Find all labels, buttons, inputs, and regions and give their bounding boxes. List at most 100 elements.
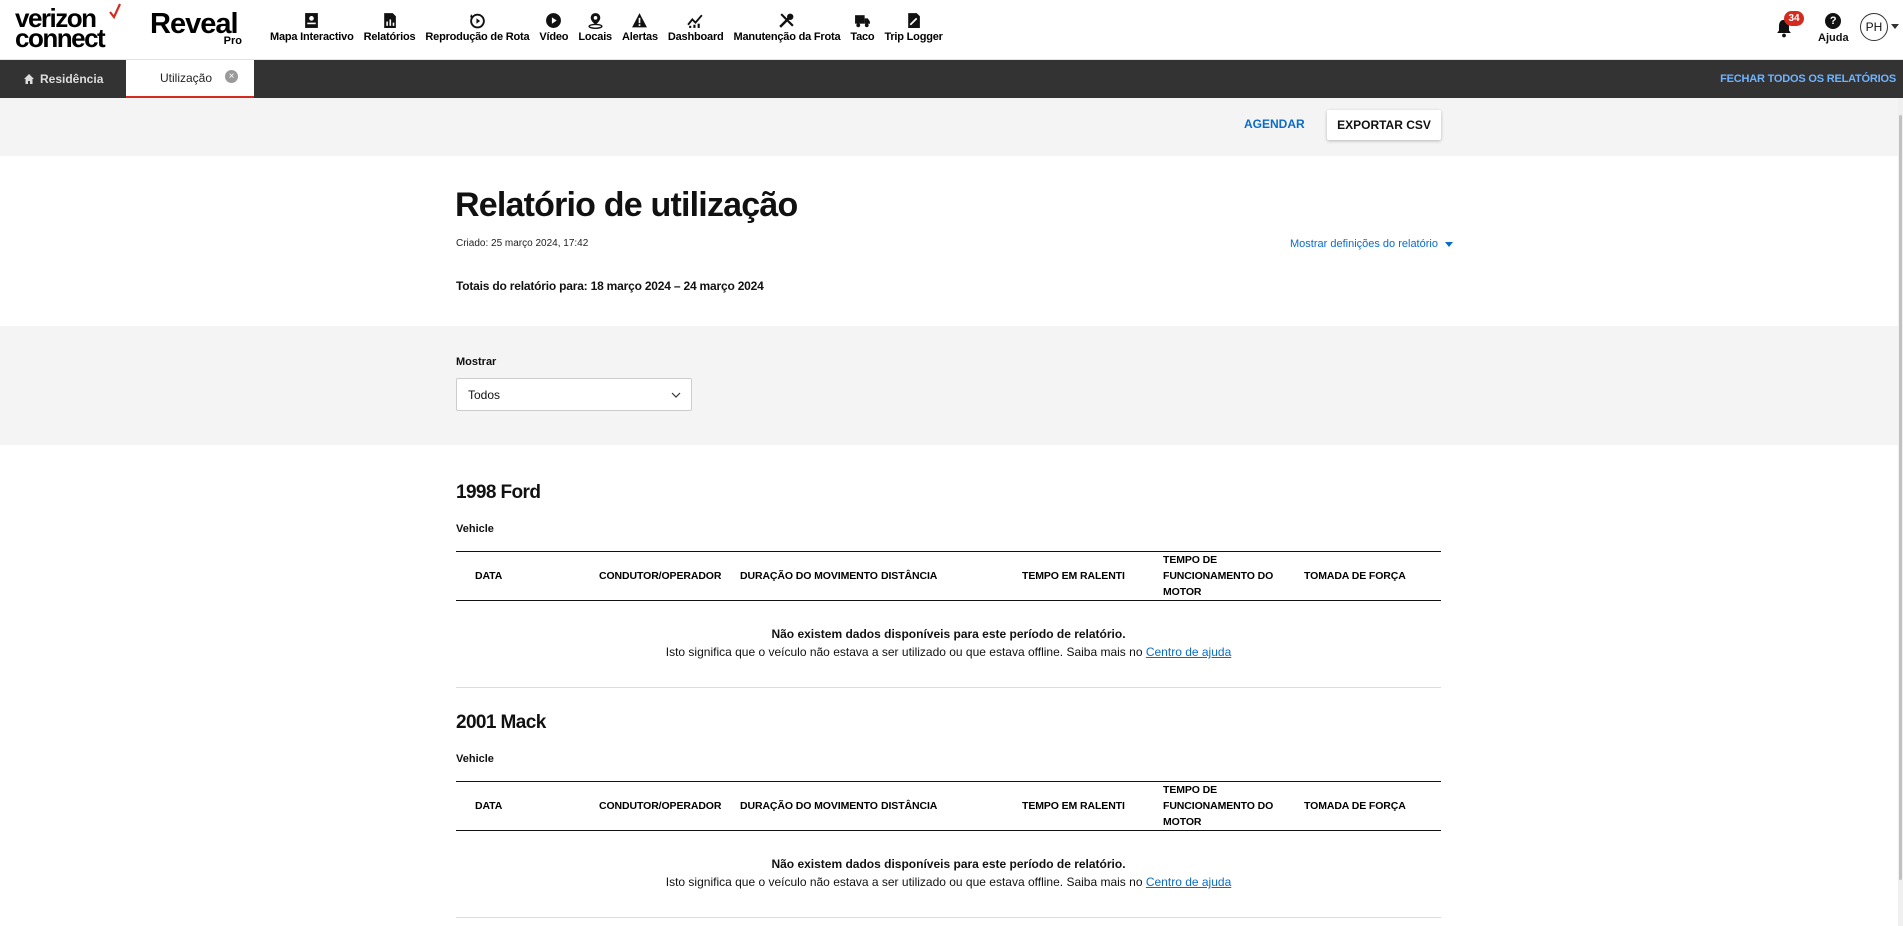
notification-badge: 34 <box>1784 11 1804 26</box>
vehicle-title: 1998 Ford <box>456 482 541 503</box>
vehicle-type: Vehicle <box>456 753 494 765</box>
nav-item-relatorios[interactable]: Relatórios <box>359 12 421 48</box>
page-title: Relatório de utilização <box>455 186 798 224</box>
empty-state: Não existem dados disponíveis para este … <box>456 627 1441 659</box>
column-header-condutor[interactable]: CONDUTOR/OPERADOR <box>599 570 721 582</box>
empty-state-title: Não existem dados disponíveis para este … <box>771 857 1126 871</box>
caret-down-icon <box>1444 241 1453 247</box>
filter-bar <box>0 326 1898 445</box>
filter-label: Mostrar <box>456 356 497 368</box>
vehicle-title: 2001 Mack <box>456 712 546 733</box>
nav-label: Taco <box>850 31 875 43</box>
top-bar: verizon connect Reveal Pro Mapa Interact… <box>0 0 1903 60</box>
column-header-funcionamento-motor[interactable]: TEMPO DE FUNCIONAMENTO DO MOTOR <box>1163 782 1283 830</box>
nav-label: Alertas <box>621 31 658 43</box>
column-header-data[interactable]: DATA <box>475 800 502 812</box>
column-header-ralenti[interactable]: TEMPO EM RALENTI <box>1022 800 1125 812</box>
verizon-connect-logo[interactable]: verizon connect <box>15 3 121 53</box>
nav-label: Mapa Interactivo <box>270 31 354 43</box>
nav-label: Locais <box>578 31 612 43</box>
nav-item-reproducao-de-rota[interactable]: Reprodução de Rota <box>420 12 534 48</box>
chevron-down-icon <box>671 392 681 398</box>
tab-residencia[interactable]: Residência <box>0 60 125 98</box>
wrench-icon <box>779 13 795 28</box>
nav-item-alertas[interactable]: Alertas <box>617 12 663 48</box>
avatar[interactable]: PH <box>1860 13 1888 41</box>
trip-logger-icon <box>908 13 920 28</box>
dashboard-icon <box>687 14 703 28</box>
chevron-down-icon[interactable] <box>1891 24 1899 29</box>
help-center-link[interactable]: Centro de ajuda <box>1146 645 1231 659</box>
nav-item-dashboard[interactable]: Dashboard <box>663 12 729 48</box>
vehicle-table: DATA CONDUTOR/OPERADOR DURAÇÃO DO MOVIME… <box>456 551 1441 601</box>
vehicle-type: Vehicle <box>456 523 494 535</box>
empty-state-message: Isto significa que o veículo não estava … <box>665 875 1143 889</box>
column-header-ralenti[interactable]: TEMPO EM RALENTI <box>1022 570 1125 582</box>
nav-label: Trip Logger <box>884 31 943 43</box>
column-header-tomada-forca[interactable]: TOMADA DE FORÇA <box>1304 800 1406 812</box>
replay-icon <box>469 13 485 29</box>
reveal-tier: Pro <box>223 35 242 47</box>
empty-state-text: Isto significa que o veículo não estava … <box>456 645 1441 659</box>
column-header-distancia[interactable]: DISTÂNCIA <box>881 570 937 582</box>
show-report-settings-link[interactable]: Mostrar definições do relatório <box>1290 238 1453 250</box>
schedule-button[interactable]: AGENDAR <box>1244 117 1305 131</box>
vehicle-table: DATA CONDUTOR/OPERADOR DURAÇÃO DO MOVIME… <box>456 781 1441 831</box>
scrollbar-thumb[interactable] <box>1899 115 1902 880</box>
column-header-distancia[interactable]: DISTÂNCIA <box>881 800 937 812</box>
show-settings-label: Mostrar definições do relatório <box>1290 238 1438 250</box>
column-header-tomada-forca[interactable]: TOMADA DE FORÇA <box>1304 570 1406 582</box>
column-header-condutor[interactable]: CONDUTOR/OPERADOR <box>599 800 721 812</box>
empty-state: Não existem dados disponíveis para este … <box>456 857 1441 889</box>
alert-icon <box>632 13 648 28</box>
tab-label: Utilização <box>160 71 213 85</box>
report-icon <box>384 13 396 28</box>
nav-item-manutencao-da-frota[interactable]: Manutenção da Frota <box>729 12 846 48</box>
nav-item-mapa-interactivo[interactable]: Mapa Interactivo <box>265 12 359 48</box>
column-header-duracao[interactable]: DURAÇÃO DO MOVIMENTO <box>740 570 878 582</box>
help-label: Ajuda <box>1818 32 1849 44</box>
report-totals: Totais do relatório para: 18 março 2024 … <box>456 279 764 293</box>
location-icon <box>588 13 603 29</box>
empty-state-title: Não existem dados disponíveis para este … <box>771 627 1126 641</box>
checkmark-icon <box>109 3 121 20</box>
nav-item-locais[interactable]: Locais <box>573 12 617 48</box>
column-header-duracao[interactable]: DURAÇÃO DO MOVIMENTO <box>740 800 878 812</box>
play-icon <box>546 13 562 28</box>
truck-icon <box>854 15 870 28</box>
column-header-funcionamento-motor[interactable]: TEMPO DE FUNCIONAMENTO DO MOTOR <box>1163 552 1283 600</box>
tab-bar: Residência Utilização × FECHAR TODOS OS … <box>0 60 1903 98</box>
table-header: DATA CONDUTOR/OPERADOR DURAÇÃO DO MOVIME… <box>456 551 1441 601</box>
nav-item-trip-logger[interactable]: Trip Logger <box>879 12 947 48</box>
nav-label: Vídeo <box>539 31 569 43</box>
tab-utilizacao[interactable]: Utilização × <box>126 60 254 98</box>
map-icon <box>305 13 319 28</box>
empty-state-message: Isto significa que o veículo não estava … <box>665 645 1143 659</box>
help-button[interactable]: ? Ajuda <box>1818 13 1849 44</box>
main-nav: Mapa Interactivo Relatórios Reprodução d… <box>265 12 948 48</box>
help-icon: ? <box>1825 13 1842 29</box>
action-bar: AGENDAR EXPORTAR CSV <box>0 98 1898 156</box>
nav-label: Dashboard <box>667 31 724 43</box>
section-divider <box>456 687 1441 688</box>
created-timestamp: Criado: 25 março 2024, 17:42 <box>456 238 589 249</box>
select-value: Todos <box>468 388 501 402</box>
logo-text-line2: connect <box>15 23 106 53</box>
nav-label: Relatórios <box>363 31 416 43</box>
close-icon[interactable]: × <box>225 70 238 83</box>
section-divider <box>456 917 1441 918</box>
nav-label: Reprodução de Rota <box>425 31 530 43</box>
nav-item-taco[interactable]: Taco <box>845 12 879 48</box>
empty-state-text: Isto significa que o veículo não estava … <box>456 875 1441 889</box>
close-all-reports-button[interactable]: FECHAR TODOS OS RELATÓRIOS <box>1720 73 1896 85</box>
home-icon <box>24 74 34 84</box>
nav-item-video[interactable]: Vídeo <box>534 12 573 48</box>
column-header-data[interactable]: DATA <box>475 570 502 582</box>
reveal-logo: Reveal Pro <box>150 9 242 49</box>
nav-label: Manutenção da Frota <box>733 31 841 43</box>
tab-label: Residência <box>40 72 104 86</box>
show-filter-select[interactable]: Todos <box>456 378 692 411</box>
table-header: DATA CONDUTOR/OPERADOR DURAÇÃO DO MOVIME… <box>456 781 1441 831</box>
export-csv-button[interactable]: EXPORTAR CSV <box>1327 110 1441 140</box>
help-center-link[interactable]: Centro de ajuda <box>1146 875 1231 889</box>
